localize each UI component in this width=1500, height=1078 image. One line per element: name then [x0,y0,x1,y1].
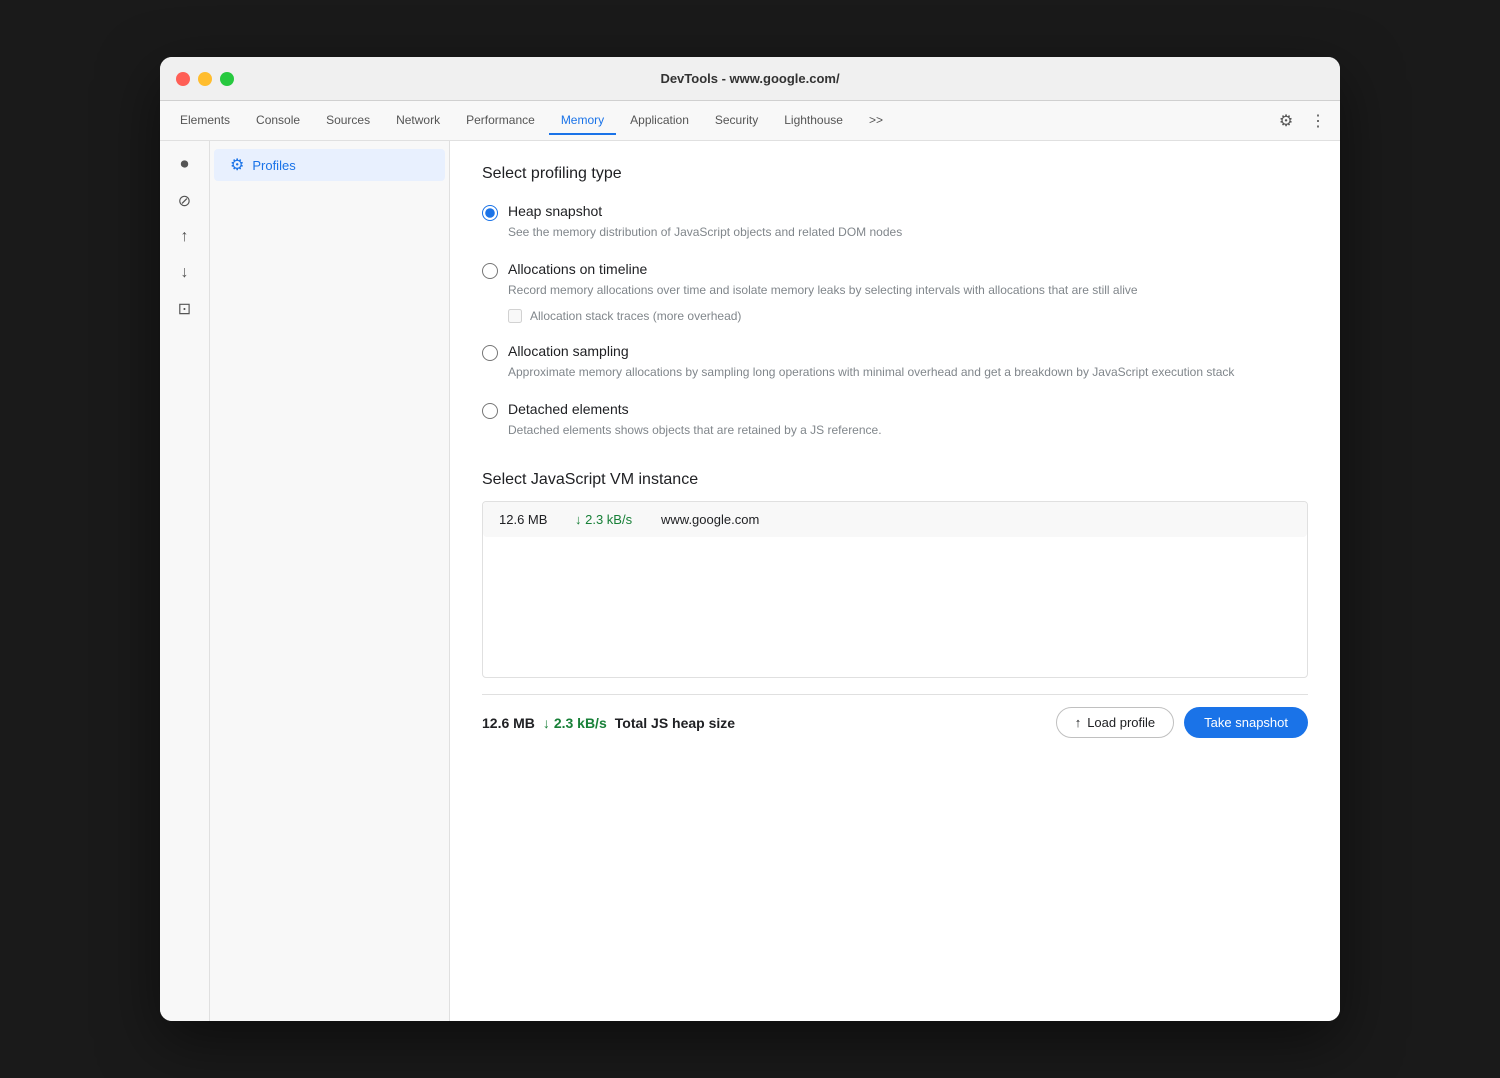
footer-rate: 2.3 kB/s [543,715,607,731]
action-bar: ⏺ ⊘ ↑ ↓ ⊡ [160,141,210,1021]
radio-detached-elements[interactable] [482,403,498,419]
option-detached-elements-desc: Detached elements shows objects that are… [508,421,882,439]
vm-memory: 12.6 MB [499,512,559,527]
vm-row[interactable]: 12.6 MB 2.3 kB/s www.google.com [483,502,1307,537]
load-profile-button[interactable]: ↑ Load profile [1056,707,1174,738]
footer-memory: 12.6 MB [482,715,535,731]
option-detached-elements-label: Detached elements [508,401,882,417]
devtools-body: ⏺ ⊘ ↑ ↓ ⊡ ⚙ Profiles Select profiling ty… [160,141,1340,1021]
vm-section-title: Select JavaScript VM instance [482,471,1308,489]
tab-console[interactable]: Console [244,107,312,135]
more-icon[interactable]: ⋮ [1304,107,1332,135]
radio-allocation-sampling[interactable] [482,345,498,361]
option-allocation-sampling-desc: Approximate memory allocations by sampli… [508,363,1234,381]
traffic-lights [176,72,234,86]
sidebar: ⚙ Profiles [210,141,450,1021]
devtools-window: DevTools - www.google.com/ Elements Cons… [160,57,1340,1021]
tab-application[interactable]: Application [618,107,701,135]
load-profile-label: Load profile [1087,715,1155,730]
checkbox-allocation-stack-traces-label: Allocation stack traces (more overhead) [530,309,741,323]
tab-sources[interactable]: Sources [314,107,382,135]
maximize-button[interactable] [220,72,234,86]
option-detached-elements-content: Detached elements Detached elements show… [508,401,882,439]
tab-bar: Elements Console Sources Network Perform… [160,101,1340,141]
close-button[interactable] [176,72,190,86]
option-heap-snapshot: Heap snapshot See the memory distributio… [482,203,1308,241]
titlebar: DevTools - www.google.com/ [160,57,1340,101]
option-allocation-sampling: Allocation sampling Approximate memory a… [482,343,1308,381]
footer-buttons: ↑ Load profile Take snapshot [1056,707,1308,738]
tab-security[interactable]: Security [703,107,770,135]
checkbox-row: Allocation stack traces (more overhead) [508,309,1138,323]
footer-stats: 12.6 MB 2.3 kB/s Total JS heap size [482,715,735,731]
sidebar-item-profiles[interactable]: ⚙ Profiles [214,149,445,181]
option-heap-snapshot-label: Heap snapshot [508,203,902,219]
radio-heap-snapshot[interactable] [482,205,498,221]
clear-icon[interactable]: ⊡ [169,293,201,325]
option-heap-snapshot-content: Heap snapshot See the memory distributio… [508,203,902,241]
section-title: Select profiling type [482,165,1308,183]
option-allocations-timeline-desc: Record memory allocations over time and … [508,281,1138,299]
tab-memory[interactable]: Memory [549,107,616,135]
checkbox-allocation-stack-traces[interactable] [508,309,522,323]
upload-icon[interactable]: ↑ [169,221,201,253]
settings-icon[interactable]: ⚙ [1272,107,1300,135]
option-allocations-timeline: Allocations on timeline Record memory al… [482,261,1308,323]
footer: 12.6 MB 2.3 kB/s Total JS heap size ↑ Lo… [482,694,1308,738]
option-allocations-timeline-content: Allocations on timeline Record memory al… [508,261,1138,323]
profiles-icon: ⚙ [230,155,244,175]
upload-icon-small: ↑ [1075,715,1082,730]
tab-performance[interactable]: Performance [454,107,547,135]
option-allocation-sampling-label: Allocation sampling [508,343,1234,359]
tab-network[interactable]: Network [384,107,452,135]
footer-label: Total JS heap size [615,715,735,731]
option-allocations-timeline-label: Allocations on timeline [508,261,1138,277]
main-content: Select profiling type Heap snapshot See … [450,141,1340,1021]
tab-lighthouse[interactable]: Lighthouse [772,107,855,135]
vm-url: www.google.com [661,512,759,527]
stop-icon[interactable]: ⊘ [169,185,201,217]
record-icon[interactable]: ⏺ [169,149,201,181]
tab-overflow[interactable]: >> [857,107,895,135]
vm-empty-space [483,537,1307,677]
window-title: DevTools - www.google.com/ [660,71,839,86]
tab-elements[interactable]: Elements [168,107,242,135]
download-icon[interactable]: ↓ [169,257,201,289]
sidebar-item-label: Profiles [252,158,295,173]
option-detached-elements: Detached elements Detached elements show… [482,401,1308,439]
option-heap-snapshot-desc: See the memory distribution of JavaScrip… [508,223,902,241]
toolbar-icons: ⚙ ⋮ [1272,107,1332,135]
option-allocation-sampling-content: Allocation sampling Approximate memory a… [508,343,1234,381]
radio-allocations-timeline[interactable] [482,263,498,279]
take-snapshot-button[interactable]: Take snapshot [1184,707,1308,738]
vm-table: 12.6 MB 2.3 kB/s www.google.com [482,501,1308,678]
profiling-options: Heap snapshot See the memory distributio… [482,203,1308,439]
vm-rate: 2.3 kB/s [575,512,645,527]
minimize-button[interactable] [198,72,212,86]
